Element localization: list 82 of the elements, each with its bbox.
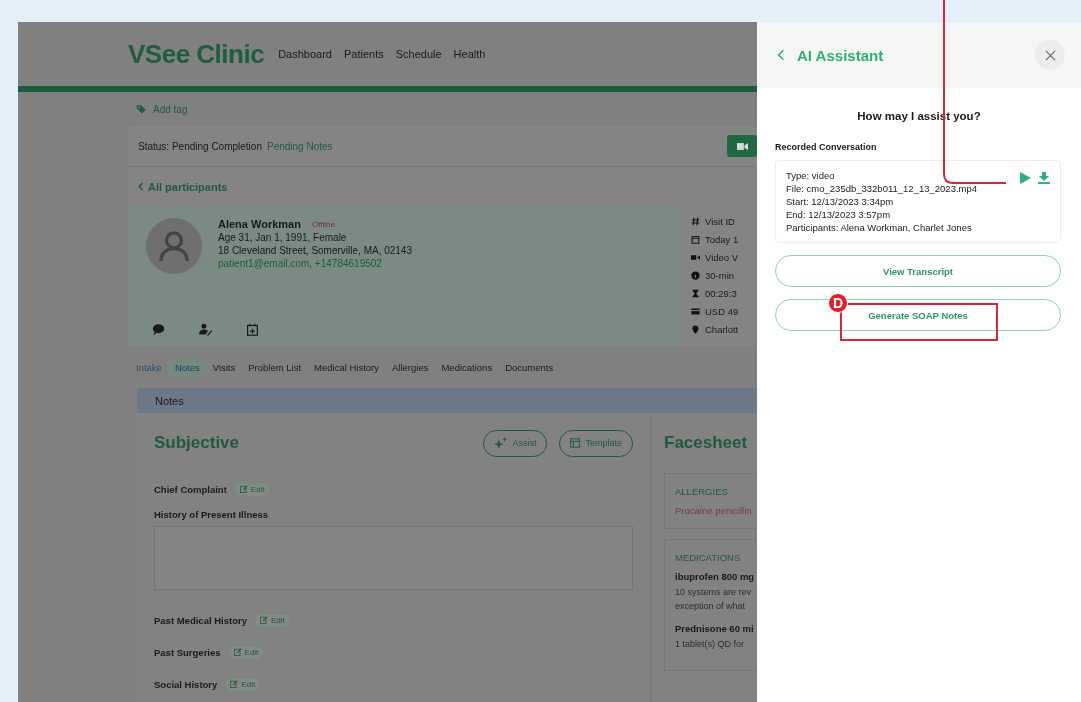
- medication-note: 1 tablet(s) QD for: [675, 638, 746, 651]
- section-title: Subjective: [154, 433, 240, 453]
- calendar-icon: [691, 234, 700, 244]
- recording-detail: Start: 12/13/2023 3:34pm: [786, 196, 895, 207]
- patient-detail: Age 31, Jan 1, 1991, Female: [218, 232, 348, 243]
- tab[interactable]: Medications: [435, 357, 499, 377]
- patient-name: Alena Workman: [218, 218, 301, 230]
- recording-detail: End: 12/13/2023 3:57pm: [786, 209, 892, 220]
- chevron-left-icon: [138, 182, 144, 191]
- edit-icon: [233, 648, 242, 656]
- visit-info-text: Video V: [705, 251, 739, 263]
- tab[interactable]: Visits: [206, 357, 242, 377]
- visit-info-text: Charlott: [705, 323, 739, 335]
- field-label: Social History: [154, 678, 218, 690]
- info-icon: [691, 270, 700, 280]
- back-icon[interactable]: [777, 49, 785, 61]
- panel-title: AI Assistant: [797, 46, 884, 64]
- section-title: Facesheet: [664, 432, 749, 454]
- template-icon: [570, 438, 581, 448]
- medication-name: ibuprofen 800 mg: [675, 571, 756, 582]
- notes-heading: Notes: [155, 394, 184, 407]
- field-label: History of Present Illness: [154, 509, 270, 520]
- person-edit-icon[interactable]: [199, 323, 212, 336]
- visit-info-text: Visit ID: [705, 215, 735, 227]
- recording-detail: Participants: Alena Workman, Charlet Jones: [786, 222, 973, 233]
- card-icon: [691, 306, 700, 316]
- close-button[interactable]: [1035, 40, 1065, 70]
- video-icon: [691, 252, 700, 262]
- tab[interactable]: Allergies: [386, 357, 435, 377]
- video-camera-icon: [736, 141, 748, 151]
- pin-icon: [691, 324, 700, 334]
- outline-button[interactable]: View Transcript: [775, 255, 1061, 287]
- tab[interactable]: Problem List: [242, 357, 308, 377]
- section-label: Recorded Conversation: [775, 142, 878, 152]
- edit-icon: [239, 485, 248, 493]
- visit-info-text: USD 49: [705, 305, 739, 317]
- tab[interactable]: Medical History: [308, 357, 385, 377]
- patient-detail: 18 Cleveland Street, Somerville, MA, 02143: [218, 245, 412, 256]
- callout-badge: D: [828, 293, 848, 313]
- recording-detail: File: cmo_235db_332b011_12_13_2023.mp4: [786, 183, 979, 194]
- nav-link[interactable]: Health: [453, 48, 486, 60]
- add-tag-link[interactable]: Add tag: [153, 103, 188, 115]
- recording-detail: Type: video: [786, 170, 836, 181]
- edit-icon: [259, 616, 268, 624]
- status-value: Pending Notes: [266, 140, 333, 152]
- nav-link[interactable]: Dashboard: [278, 48, 332, 60]
- sparkle-icon: [494, 436, 508, 450]
- edit-button[interactable]: Edit: [227, 644, 265, 660]
- facesheet-heading: MEDICATIONS: [675, 552, 742, 563]
- field-label: Past Surgeries: [154, 646, 221, 658]
- hash-icon: [691, 216, 700, 226]
- field-label: Chief Complaint: [154, 483, 227, 495]
- back-link[interactable]: All participants: [148, 180, 228, 193]
- edit-button[interactable]: Edit: [224, 676, 262, 692]
- field-label: Past Medical History: [154, 614, 247, 626]
- hourglass-icon: [691, 288, 700, 298]
- download-icon[interactable]: [1038, 172, 1050, 184]
- edit-button[interactable]: Edit: [253, 612, 291, 628]
- tab[interactable]: Documents: [499, 357, 560, 377]
- visit-info-text: 00:29:3: [705, 287, 737, 299]
- patient-contact: patient1@email.com, +14784619502: [218, 258, 383, 269]
- logo: VSee Clinic: [128, 38, 265, 70]
- visit-info-text: Today 1: [705, 233, 739, 245]
- video-call-button[interactable]: [727, 135, 757, 157]
- tag-icon: [136, 103, 148, 115]
- nav-link[interactable]: Schedule: [395, 48, 442, 60]
- avatar-icon: [146, 218, 202, 274]
- edit-icon: [230, 680, 239, 688]
- facesheet-heading: ALLERGIES: [675, 486, 729, 497]
- tab[interactable]: Intake: [130, 357, 168, 377]
- visit-info-text: 30-min: [705, 269, 735, 281]
- play-icon[interactable]: [1019, 172, 1031, 184]
- nav-link[interactable]: Patients: [343, 48, 384, 60]
- close-icon: [1044, 49, 1056, 61]
- edit-button[interactable]: Edit: [233, 481, 271, 497]
- allergy-text: Procaine penicillin: [675, 505, 753, 516]
- chat-icon[interactable]: [152, 323, 165, 336]
- tab[interactable]: Notes: [168, 357, 206, 377]
- medication-note: 10 systems are rev exception of what: [675, 586, 753, 613]
- status-label: Status: Pending Completion: [138, 140, 262, 152]
- medication-name: Prednisone 60 mi: [675, 623, 755, 634]
- calendar-add-icon[interactable]: [246, 323, 259, 336]
